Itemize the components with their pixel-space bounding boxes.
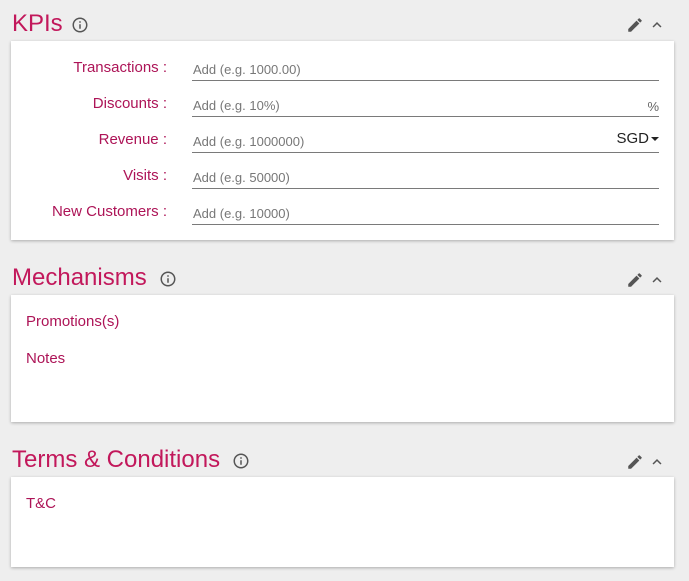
transactions-label: Transactions :: [73, 59, 167, 76]
caret-down-icon: [651, 137, 659, 142]
pencil-icon[interactable]: [626, 271, 644, 289]
transactions-input[interactable]: [192, 59, 659, 81]
visits-input[interactable]: [192, 167, 659, 189]
notes-link[interactable]: Notes: [26, 350, 65, 367]
kpi-row-transactions: Transactions :: [11, 51, 674, 87]
mechanisms-title: Mechanisms: [12, 264, 147, 291]
mechanisms-card: Promotions(s) Notes: [11, 295, 674, 422]
pencil-icon[interactable]: [626, 16, 644, 34]
kpis-card: Transactions : Discounts : % Revenue : S…: [11, 41, 674, 240]
discounts-label: Discounts :: [92, 95, 167, 112]
kpi-row-revenue: Revenue : SGD: [11, 123, 674, 159]
info-icon[interactable]: [71, 16, 89, 34]
info-icon[interactable]: [159, 270, 177, 288]
chevron-up-icon[interactable]: [648, 271, 666, 289]
kpis-title: KPIs: [12, 10, 63, 37]
info-icon[interactable]: [232, 452, 250, 470]
terms-title: Terms & Conditions: [12, 446, 221, 473]
terms-card: T&C: [11, 477, 674, 567]
currency-select[interactable]: SGD: [616, 130, 659, 147]
revenue-input[interactable]: [192, 131, 659, 153]
new-customers-label: New Customers :: [51, 203, 167, 220]
pencil-icon[interactable]: [626, 453, 644, 471]
new-customers-input[interactable]: [192, 203, 659, 225]
tc-link[interactable]: T&C: [26, 495, 56, 512]
visits-label: Visits :: [123, 167, 167, 184]
revenue-label: Revenue :: [98, 131, 167, 148]
chevron-up-icon[interactable]: [648, 453, 666, 471]
kpi-row-discounts: Discounts : %: [11, 87, 674, 123]
kpi-row-visits: Visits :: [11, 159, 674, 195]
discounts-input[interactable]: [192, 95, 659, 117]
kpi-row-new-customers: New Customers :: [11, 195, 674, 231]
chevron-up-icon[interactable]: [648, 16, 666, 34]
percent-suffix: %: [647, 99, 659, 114]
promotions-link[interactable]: Promotions(s): [26, 313, 119, 330]
currency-value: SGD: [616, 130, 649, 147]
